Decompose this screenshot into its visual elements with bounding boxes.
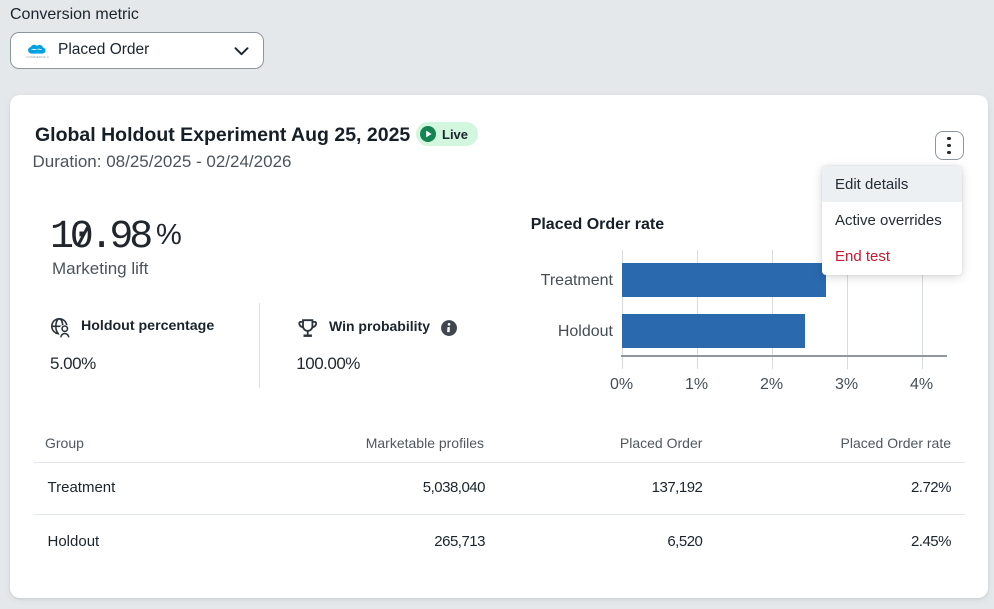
svg-text:COMMERCE CLOUD: COMMERCE CLOUD (26, 54, 49, 58)
